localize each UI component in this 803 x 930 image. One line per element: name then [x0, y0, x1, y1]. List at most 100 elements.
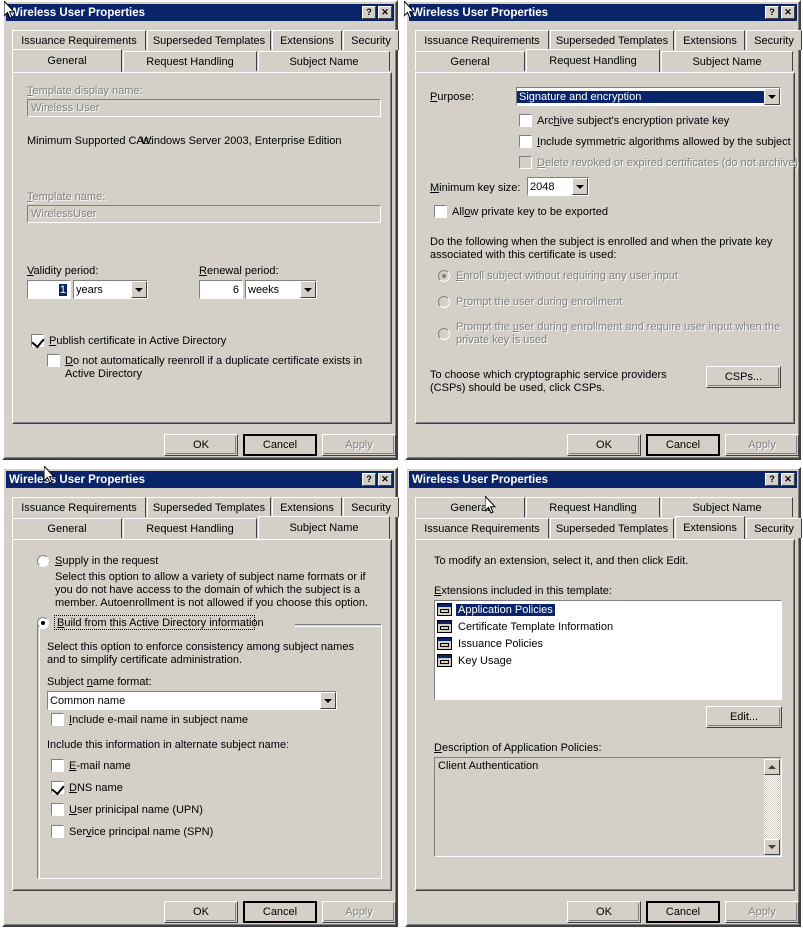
scrollbar-track[interactable] [764, 775, 780, 839]
purpose-combo[interactable]: Signature and encryption [516, 87, 781, 106]
chevron-down-icon[interactable] [572, 178, 588, 195]
radio-build-from-ad[interactable] [37, 617, 49, 629]
tab-security[interactable]: Security [746, 518, 802, 538]
cancel-button-request-handling[interactable]: Cancel [646, 434, 720, 456]
help-button[interactable]: ? [362, 6, 376, 19]
tab-superseded-templates[interactable]: Superseded Templates [550, 30, 674, 50]
ok-button-extensions[interactable]: OK [567, 901, 641, 923]
cancel-button-extensions[interactable]: Cancel [646, 901, 720, 923]
dialog-general: Wireless User Properties ? ✕ Issuance Re… [2, 0, 399, 460]
tabrow-bottom-request-handling: General Request Handling Subject Name [415, 49, 794, 72]
template-name-field[interactable]: WirelessUser [27, 205, 381, 223]
alt-email-name-checkbox[interactable] [51, 759, 64, 772]
no-reenroll-checkbox[interactable] [47, 354, 60, 367]
tab-general[interactable]: General [12, 518, 122, 538]
help-button[interactable]: ? [765, 6, 779, 19]
help-button[interactable]: ? [362, 473, 376, 486]
cancel-button-general[interactable]: Cancel [243, 434, 317, 456]
tab-superseded-templates[interactable]: Superseded Templates [147, 497, 271, 517]
tab-superseded-templates[interactable]: Superseded Templates [147, 30, 271, 50]
tab-issuance-requirements[interactable]: Issuance Requirements [12, 497, 146, 517]
tab-request-handling[interactable]: Request Handling [123, 518, 257, 538]
allow-export-checkbox[interactable] [434, 205, 447, 218]
tab-extensions[interactable]: Extensions [272, 497, 342, 517]
tab-security[interactable]: Security [343, 497, 399, 517]
template-name-value: WirelessUser [31, 208, 97, 220]
alt-spn-label: Service principal name (SPN) [69, 826, 214, 838]
help-button[interactable]: ? [765, 473, 779, 486]
description-box: Client Authentication [434, 757, 782, 857]
subject-name-format-label: Subject name format: [47, 676, 152, 688]
min-key-size-label: Minimum key size: [430, 182, 521, 194]
tab-issuance-requirements[interactable]: Issuance Requirements [415, 30, 549, 50]
tab-general[interactable]: General [415, 497, 525, 517]
renewal-period-unit-combo[interactable]: weeks [245, 280, 317, 299]
list-item[interactable]: Certificate Template Information [435, 618, 781, 635]
titlebar-request-handling[interactable]: Wireless User Properties ? ✕ [409, 4, 797, 21]
close-button[interactable]: ✕ [378, 473, 392, 486]
titlebar-extensions[interactable]: Wireless User Properties ? ✕ [409, 471, 797, 488]
cancel-button-subject-name[interactable]: Cancel [243, 901, 317, 923]
tab-request-handling[interactable]: Request Handling [526, 497, 660, 517]
list-item[interactable]: Issuance Policies [435, 635, 781, 652]
list-item-label: Key Usage [458, 654, 512, 667]
radio-supply-in-request[interactable] [37, 555, 49, 567]
edit-button[interactable]: Edit... [706, 706, 782, 728]
tab-general[interactable]: General [12, 49, 122, 72]
validity-period-input[interactable]: 1 [27, 280, 71, 299]
close-button[interactable]: ✕ [781, 473, 795, 486]
close-button[interactable]: ✕ [781, 6, 795, 19]
publish-certificate-checkbox[interactable] [31, 334, 45, 349]
tab-issuance-requirements[interactable]: Issuance Requirements [415, 518, 549, 538]
tab-extensions[interactable]: Extensions [675, 30, 745, 50]
archive-private-key-checkbox[interactable] [519, 114, 532, 127]
tab-security[interactable]: Security [746, 30, 802, 50]
validity-period-unit-combo[interactable]: years [73, 280, 148, 299]
ok-button-request-handling[interactable]: OK [567, 434, 641, 456]
titlebar-buttons: ? ✕ [362, 6, 394, 19]
list-item[interactable]: Key Usage [435, 652, 781, 669]
template-display-name-field[interactable]: Wireless User [27, 99, 381, 117]
tab-subject-name[interactable]: Subject Name [258, 516, 390, 539]
ok-button-subject-name[interactable]: OK [164, 901, 238, 923]
extensions-listbox[interactable]: Application Policies Certificate Templat… [434, 600, 782, 700]
list-item-label: Application Policies [456, 603, 555, 616]
subject-name-format-combo[interactable]: Common name [47, 691, 337, 710]
include-symmetric-checkbox[interactable] [519, 135, 532, 148]
chevron-down-icon[interactable] [764, 88, 780, 105]
tab-request-handling[interactable]: Request Handling [526, 49, 660, 72]
tab-security[interactable]: Security [343, 30, 399, 50]
tabpage-subject-name: Supply in the request Select this option… [12, 539, 392, 891]
chevron-down-icon[interactable] [131, 281, 147, 298]
scroll-down-icon[interactable] [764, 839, 780, 855]
chevron-down-icon[interactable] [320, 692, 336, 709]
tab-extensions[interactable]: Extensions [675, 516, 745, 539]
alt-upn-checkbox[interactable] [51, 803, 64, 816]
radio-supply-in-request-label: Supply in the request [55, 555, 159, 567]
tab-subject-name[interactable]: Subject Name [258, 51, 390, 71]
alt-dns-name-checkbox[interactable] [51, 781, 65, 796]
list-item[interactable]: Application Policies [435, 601, 781, 618]
tab-request-handling[interactable]: Request Handling [123, 51, 257, 71]
tab-subject-name[interactable]: Subject Name [661, 51, 793, 71]
scroll-up-icon[interactable] [764, 759, 780, 775]
titlebar-general[interactable]: Wireless User Properties ? ✕ [6, 4, 394, 21]
tab-extensions[interactable]: Extensions [272, 30, 342, 50]
tab-superseded-templates[interactable]: Superseded Templates [550, 518, 674, 538]
titlebar-subject-name[interactable]: Wireless User Properties ? ✕ [6, 471, 394, 488]
include-email-in-subject-checkbox[interactable] [51, 713, 64, 726]
csps-button[interactable]: CSPs... [706, 366, 781, 388]
alt-spn-checkbox[interactable] [51, 825, 64, 838]
close-button[interactable]: ✕ [378, 6, 392, 19]
chevron-down-icon[interactable] [300, 281, 316, 298]
renewal-period-input[interactable]: 6 [199, 280, 243, 299]
tab-subject-name[interactable]: Subject Name [661, 497, 793, 517]
tab-general[interactable]: General [415, 51, 525, 71]
description-scrollbar[interactable] [764, 759, 780, 855]
tab-issuance-requirements[interactable]: Issuance Requirements [12, 30, 146, 50]
do-following-label: Do the following when the subject is enr… [430, 236, 773, 261]
radio-prompt-and-key-label: Prompt the user during enrollment and re… [456, 321, 781, 346]
min-key-size-combo[interactable]: 2048 [527, 177, 589, 196]
purpose-value: Signature and encryption [517, 90, 764, 103]
ok-button-general[interactable]: OK [164, 434, 238, 456]
